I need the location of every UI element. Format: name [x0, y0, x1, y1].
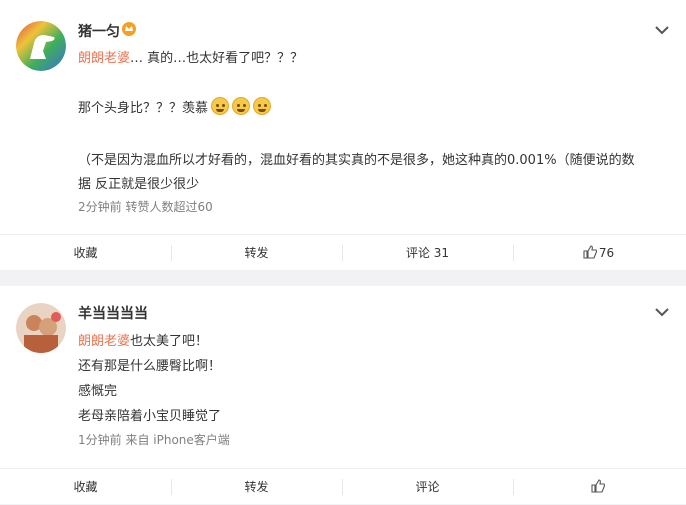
like-button[interactable]	[513, 469, 684, 505]
action-bar: 收藏 转发 评论 31 76	[0, 234, 686, 271]
crying-emoji-icon	[253, 97, 272, 115]
post-card-1: 猪一匀 朗朗老婆… 真的…也太好看了吧？？？ 那个头身比？？？羡慕 （不是因为混…	[0, 0, 686, 270]
post-meta: 2分钟前 转赞人数超过60	[78, 200, 213, 214]
mention-link[interactable]: 朗朗老婆	[78, 51, 130, 66]
forward-button[interactable]: 转发	[171, 469, 342, 505]
mention-link[interactable]: 朗朗老婆	[78, 334, 130, 349]
comment-button[interactable]: 评论	[342, 469, 513, 505]
avatar[interactable]	[16, 21, 66, 71]
post-text-line-1: 朗朗老婆… 真的…也太好看了吧？？？	[78, 51, 304, 66]
thumbs-up-icon	[583, 245, 597, 259]
post-text-line-3: 感慨完	[78, 384, 118, 399]
chevron-down-icon[interactable]	[654, 306, 670, 318]
forward-button[interactable]: 转发	[171, 235, 342, 271]
chevron-down-icon[interactable]	[654, 24, 670, 36]
post-text-line-2: 那个头身比？？？羡慕	[78, 97, 272, 116]
like-count: 76	[598, 246, 615, 260]
crown-icon	[122, 22, 136, 36]
collect-button[interactable]: 收藏	[0, 235, 171, 271]
action-bar: 收藏 转发 评论	[0, 468, 686, 505]
like-button[interactable]: 76	[513, 235, 684, 271]
comment-button[interactable]: 评论 31	[342, 235, 513, 271]
crying-emoji-icon	[232, 97, 251, 115]
post-text-line-4: 据 反正就是很少很少	[78, 177, 200, 192]
post-text-line-1: 朗朗老婆也太美了吧！	[78, 334, 209, 349]
post-meta: 1分钟前 来自 iPhone客户端	[78, 433, 230, 447]
collect-button[interactable]: 收藏	[0, 469, 171, 505]
post-text-line-2: 还有那是什么腰臀比啊！	[78, 359, 222, 374]
username[interactable]: 羊当当当当	[78, 303, 148, 323]
username[interactable]: 猪一匀	[78, 21, 120, 41]
avatar[interactable]	[16, 303, 66, 353]
thumbs-up-icon	[590, 479, 605, 493]
post-text-line-3: （不是因为混血所以才好看的，混血好看的其实真的不是很多，她这种真的0.001%（…	[78, 153, 635, 168]
post-text-line-4: 老母亲陪着小宝贝睡觉了	[78, 409, 222, 424]
crying-emoji-icon	[211, 97, 230, 115]
